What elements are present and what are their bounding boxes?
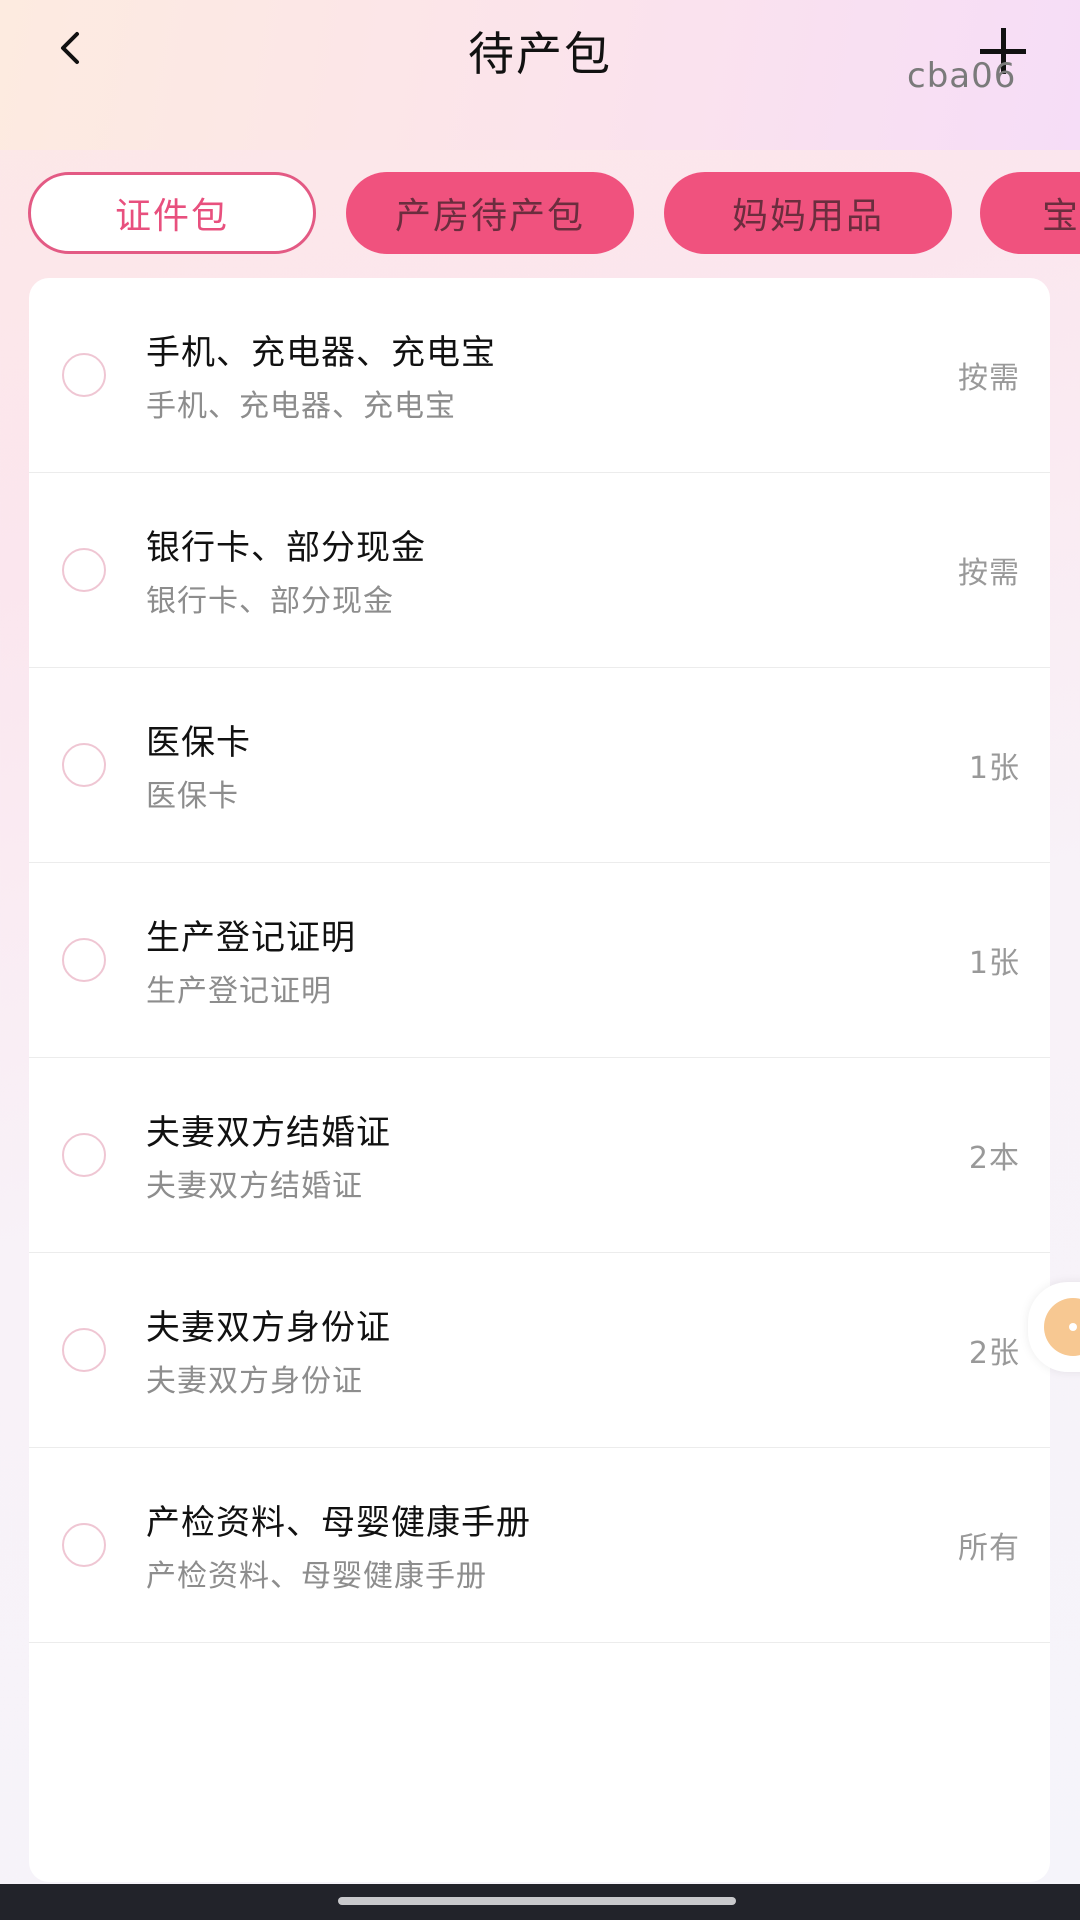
list-item[interactable]: 手机、充电器、充电宝 手机、充电器、充电宝 按需 (29, 278, 1050, 473)
tab-label: 证件包 (114, 196, 229, 237)
item-quantity: 按需 (958, 556, 1020, 591)
list-item[interactable]: 夫妻双方结婚证 夫妻双方结婚证 2本 (29, 1058, 1050, 1253)
item-quantity: 按需 (958, 361, 1020, 396)
tab-delivery-room-bag[interactable]: 产房待产包 (346, 172, 634, 254)
item-name: 银行卡、部分现金 (146, 528, 426, 568)
list-item[interactable]: 生产登记证明 生产登记证明 1张 (29, 863, 1050, 1058)
home-indicator[interactable] (338, 1897, 736, 1905)
circle-checkbox-icon[interactable] (62, 1328, 106, 1372)
item-description: 夫妻双方身份证 (146, 1364, 363, 1399)
tab-baby-supplies[interactable]: 宝 (980, 172, 1080, 254)
item-description: 医保卡 (146, 779, 239, 814)
item-description: 产检资料、母婴健康手册 (146, 1559, 487, 1594)
item-description: 生产登记证明 (146, 974, 332, 1009)
category-tabs: 证件包 产房待产包 妈妈用品 宝 (28, 172, 1080, 254)
tab-mom-supplies[interactable]: 妈妈用品 (664, 172, 952, 254)
list-item[interactable]: 医保卡 医保卡 1张 (29, 668, 1050, 863)
item-name: 夫妻双方结婚证 (146, 1113, 391, 1153)
checklist-card: 手机、充电器、充电宝 手机、充电器、充电宝 按需 银行卡、部分现金 银行卡、部分… (29, 278, 1050, 1882)
tab-label: 宝 (1042, 196, 1080, 237)
item-name: 生产登记证明 (146, 918, 356, 958)
circle-checkbox-icon[interactable] (62, 1523, 106, 1567)
app-header: 待产包 cba06 (0, 0, 1080, 150)
list-item[interactable]: 产检资料、母婴健康手册 产检资料、母婴健康手册 所有 (29, 1448, 1050, 1643)
circle-checkbox-icon[interactable] (62, 353, 106, 397)
list-item[interactable]: 银行卡、部分现金 银行卡、部分现金 按需 (29, 473, 1050, 668)
circle-checkbox-icon[interactable] (62, 548, 106, 592)
assistant-icon (1044, 1298, 1080, 1356)
tab-documents[interactable]: 证件包 (28, 172, 316, 254)
tab-label: 妈妈用品 (731, 196, 884, 237)
item-description: 手机、充电器、充电宝 (146, 389, 456, 424)
watermark-text: cba06 (907, 56, 1017, 96)
system-navigation-bar (0, 1884, 1080, 1920)
tab-label: 产房待产包 (394, 196, 585, 237)
item-name: 产检资料、母婴健康手册 (146, 1503, 531, 1543)
item-quantity: 2本 (968, 1141, 1020, 1176)
item-description: 银行卡、部分现金 (146, 584, 394, 619)
circle-checkbox-icon[interactable] (62, 938, 106, 982)
list-item[interactable]: 夫妻双方身份证 夫妻双方身份证 2张 (29, 1253, 1050, 1448)
item-quantity: 2张 (968, 1336, 1020, 1371)
item-description: 夫妻双方结婚证 (146, 1169, 363, 1204)
item-quantity: 1张 (968, 751, 1020, 786)
circle-checkbox-icon[interactable] (62, 1133, 106, 1177)
item-name: 手机、充电器、充电宝 (146, 333, 496, 373)
item-name: 医保卡 (146, 723, 251, 763)
circle-checkbox-icon[interactable] (62, 743, 106, 787)
item-quantity: 所有 (958, 1531, 1020, 1566)
item-name: 夫妻双方身份证 (146, 1308, 391, 1348)
item-quantity: 1张 (968, 946, 1020, 981)
